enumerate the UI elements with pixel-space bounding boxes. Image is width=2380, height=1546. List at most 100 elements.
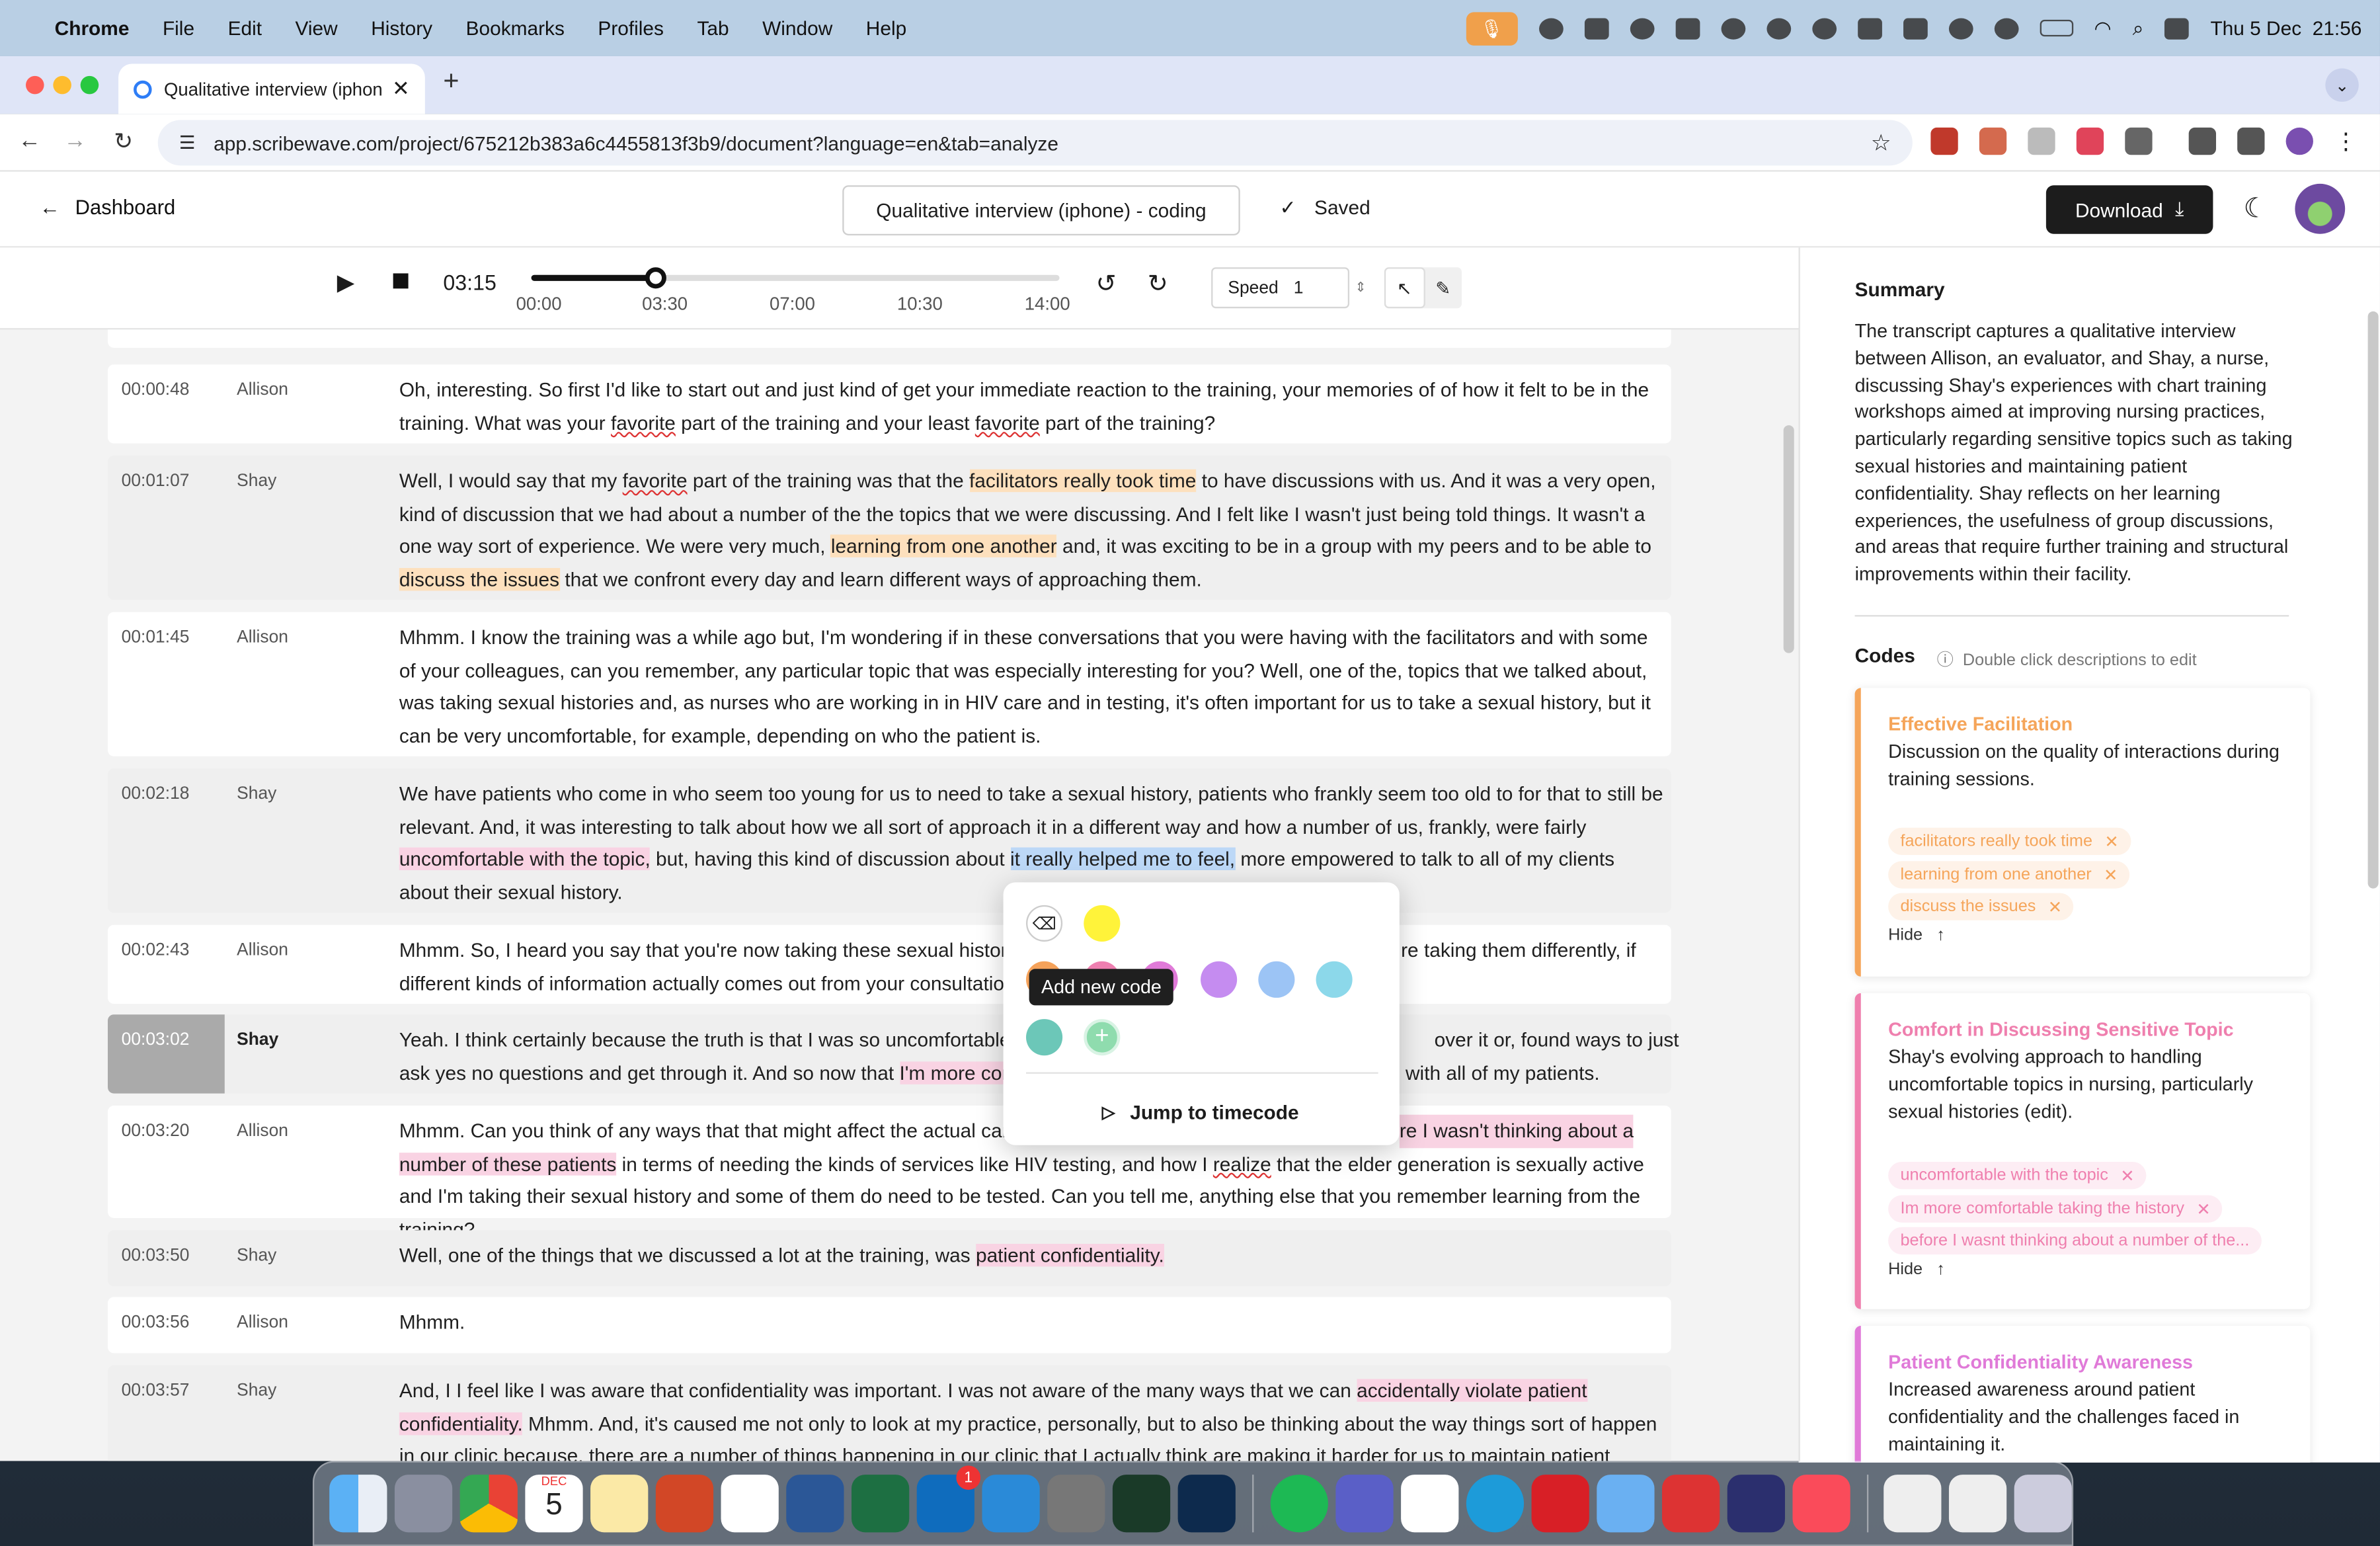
segment-speaker[interactable]: Shay [237,472,276,491]
transcript-segment[interactable]: 00:02:43 Allison Mhmm. So, I heard you s… [108,924,1671,1004]
dashboard-link[interactable]: ← Dashboard [40,196,176,218]
code-highlight[interactable]: number of these patients [399,1152,617,1175]
forward-10-icon[interactable]: ↻ [1148,269,1168,300]
profile-avatar[interactable] [2285,127,2313,155]
battery-icon[interactable] [2039,19,2073,37]
menu-app-name[interactable]: Chrome [55,17,130,39]
extension-icon[interactable] [1979,127,2007,155]
color-swatch-blue[interactable] [1258,961,1295,998]
remove-chip-icon[interactable]: ✕ [2120,1166,2134,1186]
code-highlight[interactable]: discuss the issues [399,567,560,590]
play-icon[interactable]: ▶ [337,269,355,296]
segment-text[interactable]: Oh, interesting. So first I'd like to st… [399,374,1665,439]
code-description[interactable]: Shay's evolving approach to handling unc… [1888,1045,2298,1126]
code-card[interactable]: Effective Facilitation Discussion on the… [1854,688,2311,977]
chatgpt-icon[interactable] [1400,1475,1458,1533]
download-button[interactable]: Download ⤓ [2045,185,2213,234]
photoshop-icon[interactable] [1177,1475,1236,1533]
segment-speaker[interactable]: Allison [237,381,288,399]
microphone-icon[interactable]: 🎙 [1466,11,1518,45]
music-icon[interactable] [1792,1475,1850,1533]
address-bar[interactable]: ☰ app.scribewave.com/project/675212b383a… [157,120,1913,166]
highlight-tool-icon[interactable]: ✎ [1425,267,1462,308]
download-icon[interactable] [2237,127,2265,155]
transcript-segment[interactable]: 00:03:50 Shay Well, one of the things th… [108,1230,1671,1287]
transcript-segment[interactable]: 00:03:02 Shay Yeah. I think certainly be… [108,1014,1679,1094]
code-name[interactable]: Comfort in Discussing Sensitive Topic [1888,1019,2234,1040]
browser-tab[interactable]: Qualitative interview (iphone) ✕ [118,63,425,114]
menu-profiles[interactable]: Profiles [598,17,664,39]
code-card[interactable]: Patient Confidentiality Awareness Increa… [1854,1326,2311,1463]
segment-speaker[interactable]: Allison [237,629,288,647]
mail-icon[interactable] [1596,1475,1654,1533]
clock-icon[interactable] [1948,17,1973,39]
chrome-icon[interactable] [459,1475,518,1533]
menu-bookmarks[interactable]: Bookmarks [466,17,565,39]
status-icon[interactable] [1857,17,1882,39]
jump-to-timecode-button[interactable]: ▷ Jump to timecode [1102,1101,1299,1123]
window-thumbnail[interactable] [1948,1475,2007,1533]
transcript-segment[interactable]: 00:01:45 Allison Mhmm. I know the traini… [108,612,1671,756]
finder-icon[interactable] [329,1475,387,1533]
remove-chip-icon[interactable]: ✕ [2196,1199,2210,1219]
grammarly-icon[interactable] [1726,1475,1784,1533]
segment-text[interactable]: And, I I feel like I was aware that conf… [399,1375,1665,1461]
code-highlight[interactable]: learning from one another [830,535,1057,558]
speed-select[interactable]: Speed 1 ⇕ [1211,267,1367,309]
segment-speaker[interactable]: Shay [237,1247,276,1266]
status-icon[interactable] [1584,17,1608,39]
code-name[interactable]: Effective Facilitation [1888,713,2073,735]
eraser-icon[interactable]: ⌫ [1026,905,1063,942]
remove-chip-icon[interactable]: ✕ [2104,865,2118,885]
seek-slider[interactable] [531,267,1060,289]
segment-speaker[interactable]: Shay [237,1031,278,1049]
reminders-icon[interactable] [721,1475,779,1533]
pocket-icon[interactable] [2076,127,2104,155]
cloud-icon[interactable] [1720,17,1745,39]
system-settings-icon[interactable] [1047,1475,1105,1533]
maximize-window-button[interactable] [80,75,99,95]
extension-icon[interactable] [1930,127,1958,155]
new-tab-button[interactable]: + [443,65,459,97]
transcript-scrollbar[interactable] [1783,425,1794,653]
seek-handle[interactable] [645,267,666,289]
status-icon[interactable] [1766,17,1791,39]
menu-window[interactable]: Window [762,17,832,39]
transcript-segment[interactable]: 00:02:18 Shay We have patients who come … [108,768,1671,913]
segment-text[interactable]: Mhmm. [399,1306,1665,1339]
color-swatch-cyan[interactable] [1316,961,1353,998]
code-chip[interactable]: before I wasnt thinking about a number o… [1888,1227,2262,1255]
url-text[interactable]: app.scribewave.com/project/675212b383a6c… [214,132,1058,154]
segment-timestamp[interactable]: 00:03:20 [122,1122,190,1141]
more-menu-icon[interactable]: ⋮ [2334,128,2357,155]
color-swatch-yellow[interactable] [1084,905,1121,942]
segment-timestamp[interactable]: 00:03:02 [122,1031,190,1049]
transcript-segment[interactable]: 00:03:56 Allison Mhmm. [108,1297,1671,1354]
segment-speaker[interactable]: Allison [237,1122,288,1141]
code-highlight[interactable]: patient confidentiality. [975,1243,1164,1267]
segment-text[interactable]: Well, one of the things that we discusse… [399,1239,1665,1272]
stop-icon[interactable] [393,273,409,289]
segment-timestamp[interactable]: 00:03:56 [122,1314,190,1332]
window-thumbnail[interactable] [1884,1475,1942,1533]
teams-icon[interactable] [1335,1475,1393,1533]
segment-timestamp[interactable]: 00:02:43 [122,942,190,960]
excel-icon[interactable] [852,1475,910,1533]
minimize-window-button[interactable] [53,75,71,95]
menu-edit[interactable]: Edit [228,17,262,39]
powerpoint-icon[interactable] [655,1475,714,1533]
select-tool-icon[interactable]: ↖ [1384,267,1425,309]
control-center-icon[interactable] [2164,17,2190,39]
filezilla-icon[interactable] [1661,1475,1720,1533]
user-avatar[interactable] [2295,183,2346,234]
forward-icon[interactable]: → [63,128,86,153]
status-icon[interactable] [1629,17,1654,39]
segment-speaker[interactable]: Allison [237,942,288,960]
remove-chip-icon[interactable]: ✕ [2048,897,2062,916]
code-chip[interactable]: discuss the issues ✕ [1888,893,2075,920]
acrobat-icon[interactable] [1530,1475,1589,1533]
menu-view[interactable]: View [296,17,338,39]
rewind-10-icon[interactable]: ↺ [1096,269,1117,300]
code-chip[interactable]: Im more comfortable taking the history ✕ [1888,1195,2223,1223]
transcript-segment[interactable] [108,329,1671,348]
